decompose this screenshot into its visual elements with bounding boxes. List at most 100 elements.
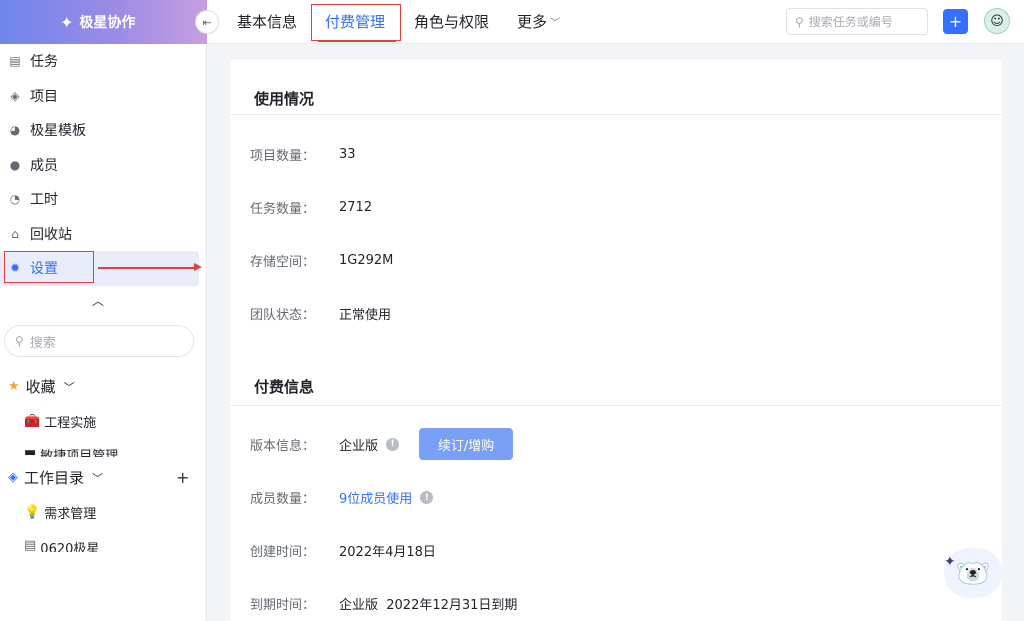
usage-row-status: 团队状态： 正常使用 [250,304,391,323]
row-value: 2712 [339,200,373,215]
billing-row-members: 成员数量： 9位成员使用 ! [250,488,434,507]
clock-icon: ◔ [9,192,21,207]
info-icon[interactable]: ! [420,491,434,504]
chevron-up-icon[interactable]: ︿ [92,292,104,309]
divider [230,405,1002,406]
row-value: 9位成员使用 ! [339,488,434,507]
workdir-label: 工作目录 [24,469,85,487]
sidebar-item-label: 任务 [30,54,58,71]
sidebar-item-label: 项目 [30,88,58,105]
sidebar-item-worktime[interactable]: ◔ 工时 [0,182,207,217]
brand-name: 极星协作 [79,15,136,31]
star-logo-icon: ✦ [60,12,74,32]
favorite-item-label: 敏捷项目管理 [40,449,119,457]
layers-icon: ◈ [8,470,18,485]
sparkle-icon: ✦ [944,554,956,570]
usage-row-storage: 存储空间： 1G292M [250,251,393,270]
add-workdir-button[interactable]: + [176,468,189,487]
sidebar-item-label: 极星模板 [30,123,86,140]
tab-basic-info[interactable]: 基本信息 [237,0,297,42]
search-icon: ⚲ [15,334,24,348]
version-value: 企业版 [339,438,379,454]
workdir-item-label: 需求管理 [44,506,97,522]
brand-header[interactable]: ✦ 极星协作 [0,0,207,44]
usage-row-projects: 项目数量： 33 [250,145,356,164]
sidebar-item-label: 成员 [30,157,58,174]
avatar-face-icon: ☺ [990,13,1004,29]
row-label: 团队状态： [250,308,316,323]
chevron-down-icon: ﹀ [92,471,104,485]
annotation-arrow [98,267,196,269]
tab-billing[interactable]: 付费管理 [325,0,385,42]
favorite-item-label: 工程实施 [44,415,97,431]
sidebar-item-label: 工时 [30,192,58,209]
trash-icon: ⌂ [11,226,19,241]
workdir-header[interactable]: ◈ 工作目录 ﹀ [8,467,103,488]
task-search-input[interactable]: ⚲ 搜索任务或编号 [786,8,928,35]
chevron-down-icon: ﹀ [63,380,75,394]
sidebar-search-placeholder: 搜索 [29,335,56,351]
monitor-icon: ▬ [24,445,37,457]
billing-row-version: 版本信息： 企业版 ! 续订/增购 [250,428,514,460]
sidebar-item-label: 设置 [30,261,58,278]
active-tab-indicator [318,40,396,42]
row-label: 版本信息： [250,438,316,454]
sidebar-item-label: 回收站 [30,226,72,243]
workdir-item[interactable]: ▤ 0620极星 [24,538,99,552]
row-value: 33 [339,147,356,162]
favorites-header[interactable]: ★ 收藏 ﹀ [8,376,75,397]
billing-row-created: 创建时间： 2022年4月18日 [250,541,436,560]
renew-button[interactable]: 续订/增购 [419,428,514,460]
row-label: 存储空间： [250,255,316,270]
billing-card: 使用情况 项目数量： 33 任务数量： 2712 存储空间： 1G292M 团队… [230,60,1002,621]
avatar[interactable]: ☺ [984,8,1010,34]
sidebar-item-members[interactable]: ● 成员 [0,148,207,183]
task-search-placeholder: 搜索任务或编号 [808,15,893,29]
collapse-sidebar-icon[interactable]: ⇤ [195,10,219,34]
row-label: 任务数量： [250,202,316,217]
row-label: 项目数量： [250,149,316,164]
tab-roles[interactable]: 角色与权限 [414,0,489,42]
template-icon: ◕ [9,123,21,138]
add-button[interactable]: + [943,9,968,34]
sidebar-item-tasks[interactable]: ▤ 任务 [0,44,207,79]
row-value: 正常使用 [339,308,392,323]
sidebar-search-input[interactable]: ⚲ 搜索 [4,325,194,357]
billing-row-expire: 到期时间： 企业版 2022年12月31日到期 [250,594,517,613]
tab-more[interactable]: 更多 ﹀ [517,0,560,42]
workdir-item-label: 0620极星 [40,542,100,552]
row-label: 成员数量： [250,492,316,507]
task-icon: ▤ [9,54,21,69]
document-icon: ▤ [24,538,37,552]
annotation-arrow-head [194,263,202,271]
layers-icon: ◈ [10,88,20,103]
tab-label: 更多 [517,12,548,31]
usage-section-title: 使用情况 [254,90,315,108]
settings-icon: ✹ [9,261,21,276]
usage-row-tasks: 任务数量： 2712 [250,198,372,217]
divider [230,114,1002,115]
billing-section-title: 付费信息 [254,378,315,396]
tab-label: 基本信息 [237,12,298,31]
bulb-icon: 💡 [24,504,41,520]
members-link[interactable]: 9位成员使用 [339,488,412,507]
sidebar-item-projects[interactable]: ◈ 项目 [0,79,207,114]
search-icon: ⚲ [795,14,804,29]
tab-label: 角色与权限 [414,12,490,31]
info-icon[interactable]: ! [386,437,400,451]
tab-label: 付费管理 [325,12,386,31]
row-value: 企业版 ! [339,435,400,454]
row-value: 企业版 2022年12月31日到期 [339,598,518,613]
favorites-label: 收藏 [25,378,56,396]
sidebar: ✦ 极星协作 ▤ 任务 ◈ 项目 ◕ 极星模板 ● 成员 ◔ 工时 ⌂ 回收站 … [0,0,207,621]
workdir-item[interactable]: 💡 需求管理 [24,502,96,522]
row-value: 2022年4月18日 [339,545,436,560]
favorite-item[interactable]: ▬ 敏捷项目管理 [24,445,118,457]
sidebar-item-templates[interactable]: ◕ 极星模板 [0,113,207,148]
row-label: 到期时间： [250,598,316,613]
toolbox-icon: 🧰 [24,413,41,429]
row-value: 1G292M [339,253,394,268]
sidebar-item-recycle[interactable]: ⌂ 回收站 [0,217,207,252]
favorite-item[interactable]: 🧰 工程实施 [24,411,96,431]
user-icon: ● [9,157,21,172]
